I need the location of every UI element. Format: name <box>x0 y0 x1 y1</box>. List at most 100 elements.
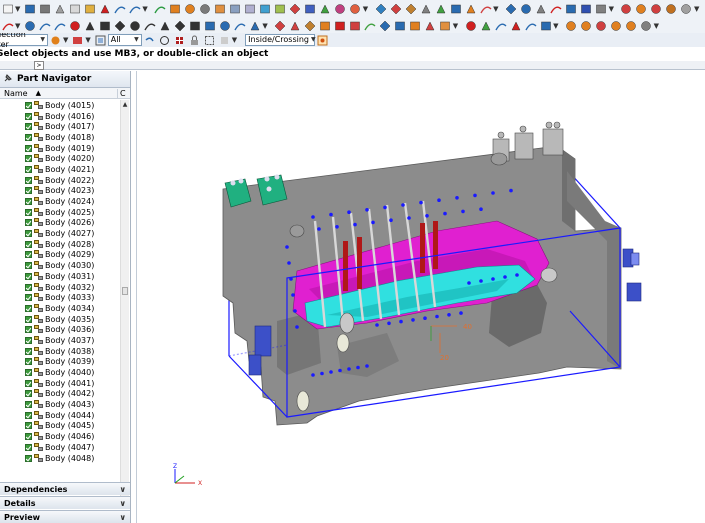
tree-row[interactable]: Body (4039) <box>0 357 121 368</box>
checkbox-checked-icon[interactable] <box>25 326 32 334</box>
perspective-icon[interactable] <box>565 2 578 15</box>
shell-icon[interactable] <box>404 2 417 15</box>
chevron-down-icon[interactable]: ▼ <box>609 5 614 13</box>
zoom-icon[interactable] <box>520 2 533 15</box>
pin-icon[interactable] <box>3 73 13 86</box>
blend-icon[interactable] <box>374 2 387 15</box>
checkbox-checked-icon[interactable] <box>25 155 32 163</box>
chevron-down-icon[interactable]: ▼ <box>15 22 20 30</box>
checkbox-checked-icon[interactable] <box>25 133 32 141</box>
polygon-icon[interactable] <box>113 19 126 32</box>
swept-icon[interactable] <box>364 19 377 32</box>
datum-csys-icon[interactable] <box>304 19 317 32</box>
reposition-icon[interactable] <box>610 19 623 32</box>
selection-filter-dropdown[interactable]: Selection Filter ▼ <box>0 33 48 47</box>
line-icon[interactable] <box>38 19 51 32</box>
tab-scroll-right-icon[interactable]: > <box>34 61 44 70</box>
pocket-icon[interactable] <box>229 2 242 15</box>
tree-row[interactable]: Body (4020) <box>0 153 121 164</box>
tree-vertical-scrollbar[interactable]: ▲ ▼ <box>120 100 129 507</box>
tree-row[interactable]: Body (4048) <box>0 453 121 464</box>
checkbox-checked-icon[interactable] <box>25 144 32 152</box>
join-icon[interactable] <box>248 19 261 32</box>
chevron-down-icon[interactable]: ▼ <box>15 5 20 13</box>
checkbox-checked-icon[interactable] <box>25 454 32 462</box>
name-column-header[interactable]: Name ▲ <box>0 88 118 98</box>
checkbox-checked-icon[interactable] <box>25 262 32 270</box>
checkbox-checked-icon[interactable] <box>25 101 32 109</box>
tree-row[interactable]: Body (4024) <box>0 196 121 207</box>
chevron-down-icon[interactable]: ▼ <box>493 5 498 13</box>
tree-row[interactable]: Body (4040) <box>0 367 121 378</box>
tree-row[interactable]: Body (4017) <box>0 121 121 132</box>
scroll-up-icon[interactable]: ▲ <box>121 100 129 109</box>
save-icon[interactable] <box>23 2 36 15</box>
slot-icon[interactable] <box>259 2 272 15</box>
chevron-down-icon[interactable]: ▼ <box>232 36 237 44</box>
scroll-thumb[interactable] <box>122 287 128 295</box>
tree-row[interactable]: Body (4033) <box>0 292 121 303</box>
copy-icon[interactable] <box>68 2 81 15</box>
groove-icon[interactable] <box>274 2 287 15</box>
chevron-down-icon[interactable]: ▼ <box>553 22 558 30</box>
preview-section[interactable]: Preview ∨ <box>0 510 130 523</box>
paste-icon[interactable] <box>83 2 96 15</box>
checkbox-checked-icon[interactable] <box>25 219 32 227</box>
mirror-icon[interactable] <box>319 2 332 15</box>
datum-plane-icon[interactable] <box>274 19 287 32</box>
tree-row[interactable]: Body (4021) <box>0 164 121 175</box>
checkbox-checked-icon[interactable] <box>25 390 32 398</box>
extrude-icon[interactable] <box>169 2 182 15</box>
tree-row[interactable]: Body (4047) <box>0 442 121 453</box>
chevron-down-icon[interactable]: ▼ <box>85 36 90 44</box>
checkbox-checked-icon[interactable] <box>25 198 32 206</box>
chamfer-icon[interactable] <box>389 2 402 15</box>
tree-row[interactable]: Body (4030) <box>0 260 121 271</box>
tree-row[interactable]: Body (4016) <box>0 111 121 122</box>
subtract-icon[interactable] <box>349 2 362 15</box>
surface-icon[interactable] <box>319 19 332 32</box>
layer-icon[interactable] <box>665 2 678 15</box>
check-icon[interactable] <box>479 19 492 32</box>
show-icon[interactable] <box>650 2 663 15</box>
hide-icon[interactable] <box>635 2 648 15</box>
deselect-icon[interactable] <box>218 34 231 47</box>
datum-axis-icon[interactable] <box>289 19 302 32</box>
hole-icon[interactable] <box>199 2 212 15</box>
checkbox-checked-icon[interactable] <box>25 165 32 173</box>
thicken-icon[interactable] <box>439 19 452 32</box>
tree-row[interactable]: Body (4046) <box>0 431 121 442</box>
tree-row[interactable]: Body (4041) <box>0 378 121 389</box>
project-icon[interactable] <box>203 19 216 32</box>
tree-row[interactable]: Body (4031) <box>0 271 121 282</box>
offset-curve-icon[interactable] <box>188 19 201 32</box>
tree-row[interactable]: Body (4032) <box>0 282 121 293</box>
chevron-down-icon[interactable]: ▼ <box>453 22 458 30</box>
redo-icon[interactable] <box>128 2 141 15</box>
layer-filter-icon[interactable] <box>94 34 107 47</box>
checkbox-checked-icon[interactable] <box>25 240 32 248</box>
ellipse-icon[interactable] <box>128 19 141 32</box>
checkbox-checked-icon[interactable] <box>25 304 32 312</box>
ruled-icon[interactable] <box>334 19 347 32</box>
tree-row[interactable]: Body (4035) <box>0 314 121 325</box>
intersect-icon[interactable] <box>218 19 231 32</box>
component-icon[interactable] <box>580 19 593 32</box>
checkbox-checked-icon[interactable] <box>25 401 32 409</box>
checkbox-checked-icon[interactable] <box>25 251 32 259</box>
tree-row[interactable]: Body (4036) <box>0 324 121 335</box>
snap-point-icon[interactable] <box>173 34 186 47</box>
tree-row[interactable]: Body (4026) <box>0 218 121 229</box>
bridge-icon[interactable] <box>233 19 246 32</box>
tree-row[interactable]: Body (4028) <box>0 239 121 250</box>
explode-icon[interactable] <box>625 19 638 32</box>
checkbox-checked-icon[interactable] <box>25 176 32 184</box>
chevron-down-icon[interactable]: ▼ <box>142 5 147 13</box>
checkbox-checked-icon[interactable] <box>25 433 32 441</box>
checkbox-checked-icon[interactable] <box>25 230 32 238</box>
extension-icon[interactable] <box>409 19 422 32</box>
pan-icon[interactable] <box>535 2 548 15</box>
checkbox-checked-icon[interactable] <box>25 411 32 419</box>
chevron-down-icon[interactable]: ▼ <box>63 36 68 44</box>
checkbox-checked-icon[interactable] <box>25 272 32 280</box>
